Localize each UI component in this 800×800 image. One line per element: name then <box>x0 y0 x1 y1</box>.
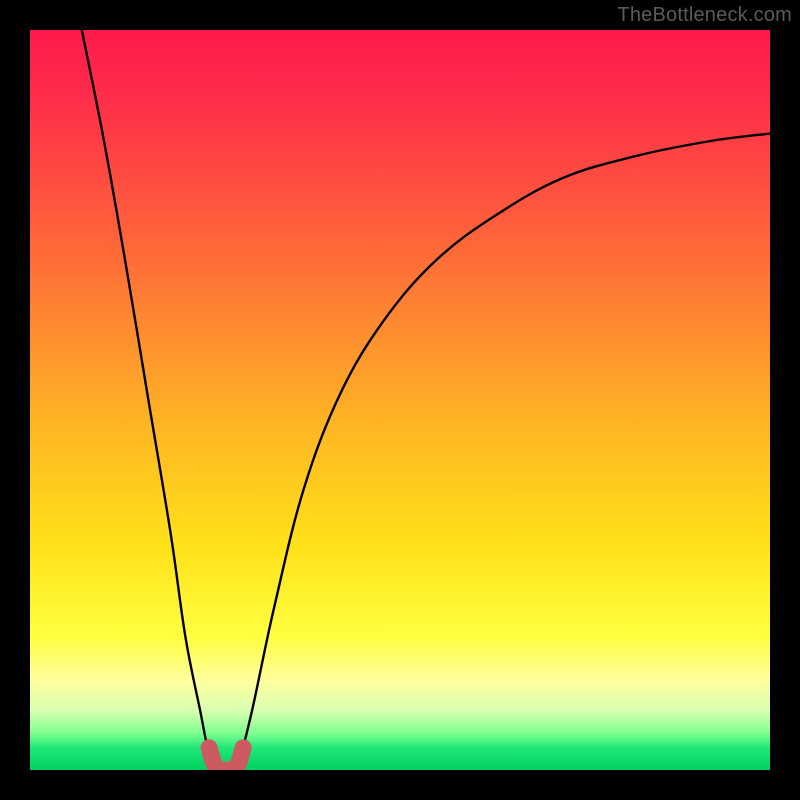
curve-layer <box>82 30 770 770</box>
watermark-text: TheBottleneck.com <box>617 4 792 27</box>
chart-frame: TheBottleneck.com <box>0 0 800 800</box>
plot-area <box>30 30 770 770</box>
bottleneck-curve-right-branch <box>237 134 770 770</box>
valley-marker <box>209 748 243 770</box>
bottleneck-curve-left-branch <box>82 30 215 770</box>
curves-svg <box>30 30 770 770</box>
